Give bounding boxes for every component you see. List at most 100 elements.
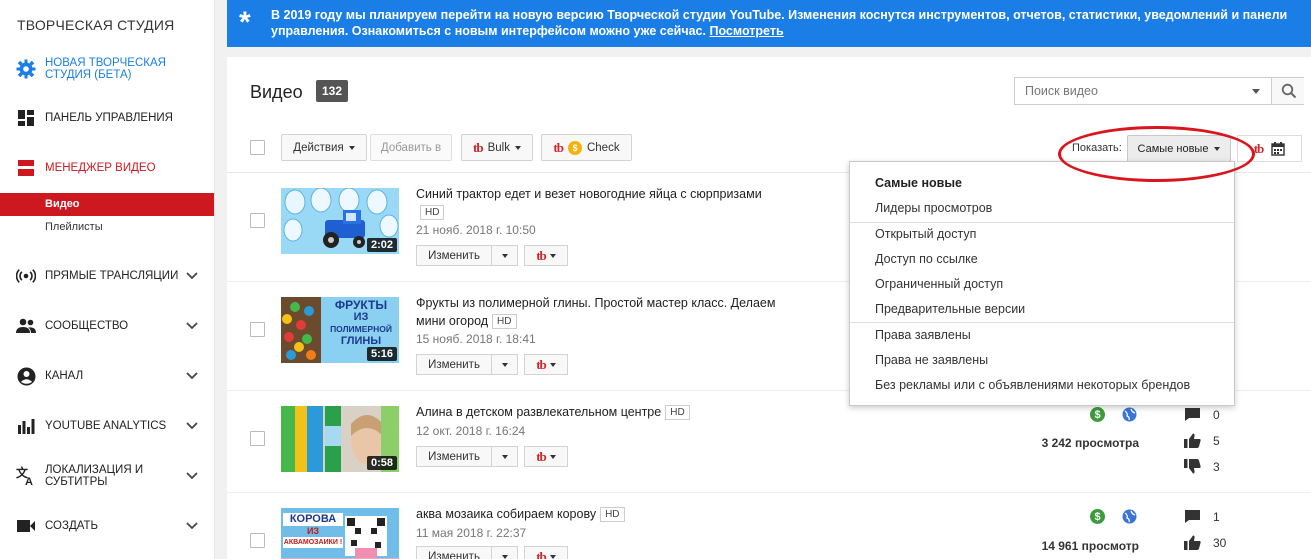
row-checkbox[interactable] xyxy=(250,431,265,446)
globe-public-icon[interactable] xyxy=(1122,509,1137,524)
menu-item-not-claimed[interactable]: Права не заявлены xyxy=(875,353,988,367)
check-button[interactable]: tb $ Check xyxy=(541,134,632,161)
edit-button[interactable]: Изменить xyxy=(416,354,492,375)
dislike-count: 3 xyxy=(1213,460,1220,474)
edit-button[interactable]: Изменить xyxy=(416,245,492,266)
edit-controls: Изменить tb xyxy=(416,354,568,375)
video-title-text: Фрукты из полимерной глины. Простой маст… xyxy=(416,296,776,328)
sidebar-item-dashboard[interactable]: ПАНЕЛЬ УПРАВЛЕНИЯ xyxy=(0,108,214,128)
menu-item-unlisted[interactable]: Доступ по ссылке xyxy=(875,252,978,266)
bulk-label: Bulk xyxy=(487,141,510,154)
sidebar-subitem-playlists[interactable]: Плейлисты xyxy=(0,216,214,239)
chevron-down-icon[interactable] xyxy=(186,322,198,330)
chevron-down-icon[interactable] xyxy=(186,472,198,480)
video-title-text: аква мозаика собираем корову xyxy=(416,507,597,521)
menu-item-public[interactable]: Открытый доступ xyxy=(875,227,976,241)
tubebuddy-logo-icon: tb xyxy=(536,356,547,372)
tubebuddy-logo-icon: tb xyxy=(473,139,484,155)
menu-item-claimed[interactable]: Права заявлены xyxy=(875,328,971,342)
actions-button[interactable]: Действия xyxy=(281,134,367,161)
tubebuddy-logo-icon[interactable]: tb xyxy=(1254,141,1265,157)
banner-link[interactable]: Посмотреть xyxy=(709,24,783,38)
translate-icon: 文A xyxy=(16,466,36,486)
edit-dropdown[interactable] xyxy=(492,446,518,467)
search-button[interactable] xyxy=(1271,78,1304,104)
monetization-icon[interactable]: $ xyxy=(1090,509,1105,524)
sidebar-item-video-manager[interactable]: МЕНЕДЖЕР ВИДЕО xyxy=(0,158,214,178)
new-studio-banner: * В 2019 году мы планируем перейти на но… xyxy=(227,0,1311,47)
thumbnail-caption-line: ФРУКТЫ xyxy=(334,298,388,312)
video-thumbnail[interactable]: 0:58 xyxy=(281,406,399,472)
caret-down-icon xyxy=(348,145,355,150)
sidebar-item-channel[interactable]: КАНАЛ xyxy=(0,366,214,386)
video-duration: 0:58 xyxy=(366,456,397,470)
caret-down-icon xyxy=(501,554,508,559)
tubebuddy-menu-button[interactable]: tb xyxy=(524,446,568,467)
edit-button[interactable]: Изменить xyxy=(416,546,492,559)
tubebuddy-menu-button[interactable]: tb xyxy=(524,546,568,559)
chevron-down-icon[interactable] xyxy=(186,272,198,280)
search-input[interactable] xyxy=(1015,78,1271,104)
video-title[interactable]: аква мозаика собираем корову HD xyxy=(416,505,776,523)
sidebar-item-live[interactable]: ПРЯМЫЕ ТРАНСЛЯЦИИ xyxy=(0,266,214,286)
row-checkbox[interactable] xyxy=(250,213,265,228)
video-thumbnail[interactable]: ФРУКТЫ ИЗ ПОЛИМЕРНОЙ ГЛИНЫ 5:16 xyxy=(281,297,399,363)
tubebuddy-menu-button[interactable]: tb xyxy=(524,354,568,375)
chevron-down-icon[interactable] xyxy=(186,422,198,430)
video-title-text: Алина в детском развлекательном центре xyxy=(416,405,662,419)
tubebuddy-logo-icon: tb xyxy=(553,139,564,155)
sidebar-item-create[interactable]: СОЗДАТЬ xyxy=(0,516,214,536)
video-title[interactable]: Синий трактор едет и везет новогодние яй… xyxy=(416,185,776,221)
analytics-bars-icon xyxy=(16,416,36,436)
bulk-button[interactable]: tb Bulk xyxy=(461,134,533,161)
sidebar-subitem-videos[interactable]: Видео xyxy=(0,193,214,216)
edit-dropdown[interactable] xyxy=(492,245,518,266)
sidebar-item-new-studio[interactable]: НОВАЯ ТВОРЧЕСКАЯ СТУДИЯ (БЕТА) xyxy=(0,57,214,81)
row-checkbox[interactable] xyxy=(250,322,265,337)
menu-item-newest[interactable]: Самые новые xyxy=(875,176,962,190)
caret-down-icon xyxy=(514,145,521,150)
select-all-checkbox[interactable] xyxy=(250,140,265,155)
tubebuddy-logo-icon: tb xyxy=(536,247,547,263)
sidebar-item-label: YOUTUBE ANALYTICS xyxy=(45,420,167,432)
add-to-button[interactable]: Добавить в xyxy=(370,134,452,161)
edit-dropdown[interactable] xyxy=(492,354,518,375)
edit-controls: Изменить tb xyxy=(416,245,568,266)
monetization-icon[interactable]: $ xyxy=(1090,407,1105,422)
chevron-down-icon[interactable] xyxy=(186,372,198,380)
edit-dropdown[interactable] xyxy=(492,546,518,559)
hd-badge: HD xyxy=(600,507,625,522)
sidebar-item-label: МЕНЕДЖЕР ВИДЕО xyxy=(45,162,156,174)
menu-item-no-ads[interactable]: Без рекламы или с объявлениями некоторых… xyxy=(875,378,1190,392)
video-date: 21 нояб. 2018 г. 10:50 xyxy=(416,223,536,237)
row-checkbox[interactable] xyxy=(250,533,265,548)
sidebar-item-analytics[interactable]: YOUTUBE ANALYTICS xyxy=(0,416,214,436)
tubebuddy-menu-button[interactable]: tb xyxy=(524,245,568,266)
sort-filter-menu: Самые новые Лидеры просмотров Открытый д… xyxy=(849,161,1235,406)
caret-down-icon xyxy=(501,454,508,459)
thumbs-down-icon xyxy=(1184,459,1201,474)
like-count: 30 xyxy=(1213,536,1227,550)
video-thumbnail[interactable]: 2:02 xyxy=(281,188,399,254)
menu-item-private[interactable]: Ограниченный доступ xyxy=(875,277,1003,291)
chevron-down-icon[interactable] xyxy=(186,522,198,530)
sidebar-item-localization[interactable]: 文A ЛОКАЛИЗАЦИЯ И СУБТИТРЫ xyxy=(0,463,214,489)
video-title[interactable]: Алина в детском развлекательном центре HD xyxy=(416,403,776,421)
add-to-label: Добавить в xyxy=(380,141,442,154)
video-date: 15 нояб. 2018 г. 18:41 xyxy=(416,332,536,346)
search-dropdown-caret[interactable] xyxy=(1252,89,1260,94)
calendar-icon[interactable] xyxy=(1271,141,1285,156)
menu-item-top-viewed[interactable]: Лидеры просмотров xyxy=(875,201,992,215)
video-title[interactable]: Фрукты из полимерной глины. Простой маст… xyxy=(416,294,776,330)
edit-button[interactable]: Изменить xyxy=(416,446,492,467)
video-duration: 5:16 xyxy=(366,347,397,361)
sidebar-item-community[interactable]: СООБЩЕСТВО xyxy=(0,316,214,336)
community-icon xyxy=(16,316,36,336)
actions-label: Действия xyxy=(293,141,344,154)
video-thumbnail[interactable]: КОРОВА ИЗ АКВАМОЗАИКИ ! xyxy=(281,508,399,559)
globe-public-icon[interactable] xyxy=(1122,407,1137,422)
annotation-ellipse xyxy=(1058,126,1255,182)
tubebuddy-logo-icon: tb xyxy=(536,448,547,464)
search-box xyxy=(1014,77,1304,105)
menu-item-drafts[interactable]: Предварительные версии xyxy=(875,302,1025,316)
